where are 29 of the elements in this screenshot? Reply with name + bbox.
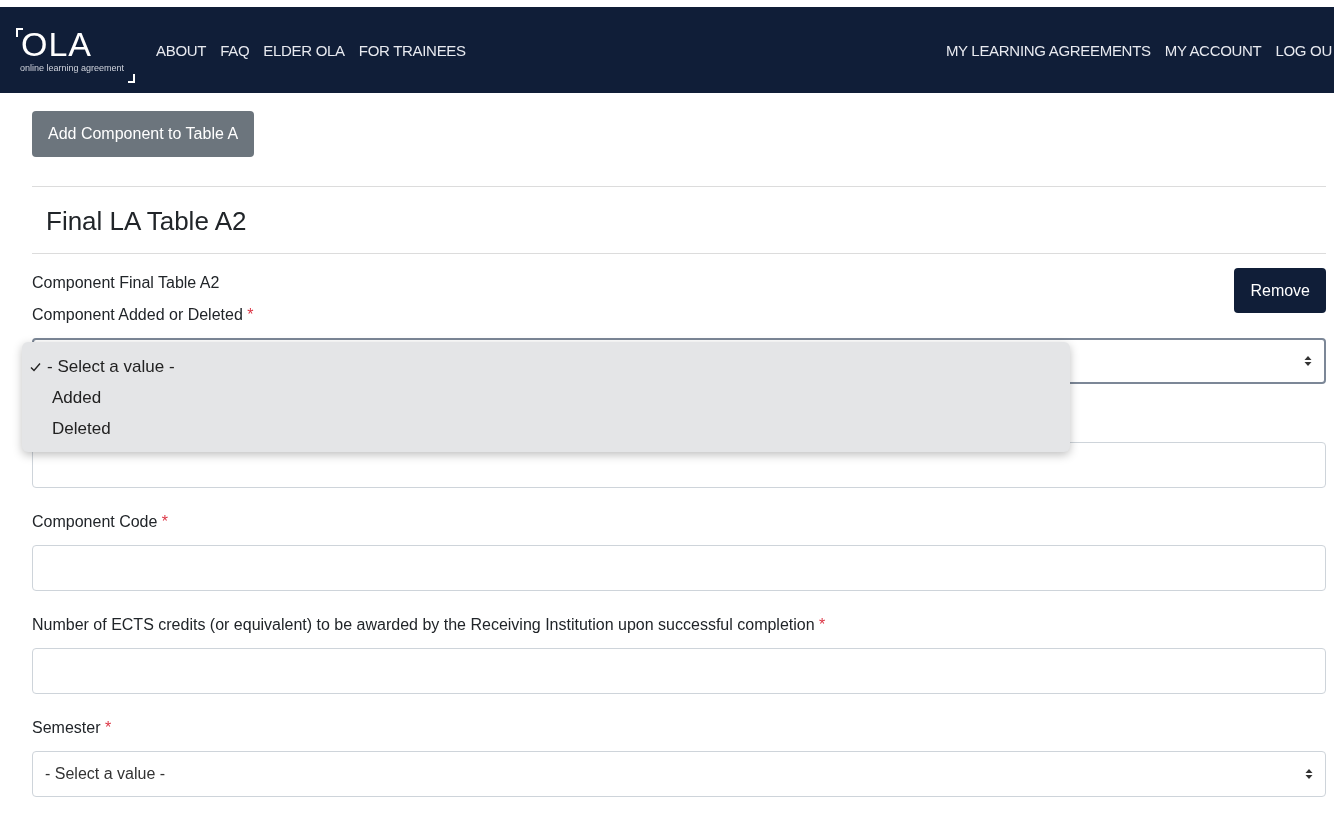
- text-input-field[interactable]: [32, 545, 1326, 591]
- dropdown-option[interactable]: - Select a value -: [22, 351, 1070, 382]
- nav-link[interactable]: FAQ: [220, 41, 250, 59]
- up-down-arrows-icon: [1304, 355, 1312, 367]
- required-mark: *: [247, 306, 254, 323]
- remove-button[interactable]: Remove: [1234, 268, 1326, 313]
- text-input-field[interactable]: [32, 442, 1326, 488]
- nav-link[interactable]: ELDER OLA: [263, 41, 345, 59]
- dropdown-option[interactable]: Deleted: [22, 413, 1070, 444]
- component-title: Component Final Table A2: [32, 274, 220, 292]
- nav-link[interactable]: LOG OU: [1275, 41, 1332, 59]
- nav-link[interactable]: MY ACCOUNT: [1164, 41, 1262, 59]
- ola-logo[interactable]: OLA online learning agreement: [16, 22, 134, 82]
- required-mark: *: [161, 513, 169, 530]
- up-down-arrows-icon: [1305, 768, 1313, 780]
- nav-link[interactable]: FOR TRAINEES: [358, 41, 466, 59]
- section-heading: Final LA Table A2: [45, 205, 248, 238]
- add-component-button[interactable]: Add Component to Table A: [32, 111, 255, 157]
- select-field[interactable]: - Select a value -: [32, 751, 1326, 797]
- field-label: Component Code *: [32, 512, 170, 532]
- required-mark: *: [819, 616, 826, 633]
- field-label: Number of ECTS credits (or equivalent) to be awarded by the Receiving Institution upon successful completion *: [32, 615, 827, 635]
- nav-link[interactable]: MY LEARNING AGREEMENTS: [945, 41, 1151, 59]
- field-label: Semester *: [32, 718, 113, 738]
- text-input-field[interactable]: [32, 648, 1326, 694]
- dropdown-option[interactable]: Added: [22, 382, 1070, 413]
- field-label: Component Added or Deleted *: [32, 305, 255, 325]
- nav-link[interactable]: ABOUT: [156, 41, 207, 59]
- required-mark: *: [104, 719, 112, 736]
